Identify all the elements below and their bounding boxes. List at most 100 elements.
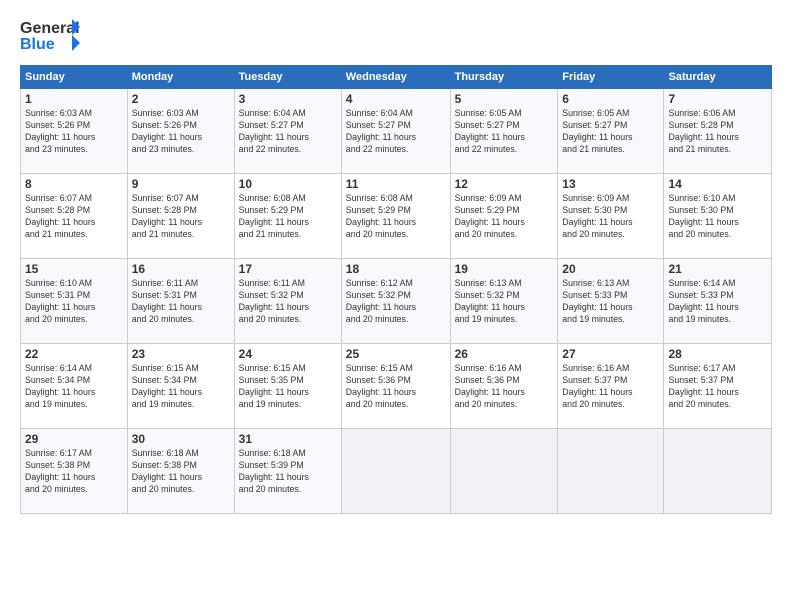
weekday-header-friday: Friday xyxy=(558,66,664,89)
day-info: Sunrise: 6:18 AM Sunset: 5:39 PM Dayligh… xyxy=(239,448,337,496)
day-number: 19 xyxy=(455,262,554,276)
calendar-cell: 11 Sunrise: 6:08 AM Sunset: 5:29 PM Dayli… xyxy=(341,174,450,259)
week-row-1: 1 Sunrise: 6:03 AM Sunset: 5:26 PM Daylig… xyxy=(21,89,772,174)
day-info: Sunrise: 6:04 AM Sunset: 5:27 PM Dayligh… xyxy=(239,108,337,156)
day-number: 15 xyxy=(25,262,123,276)
day-info: Sunrise: 6:06 AM Sunset: 5:28 PM Dayligh… xyxy=(668,108,767,156)
day-info: Sunrise: 6:14 AM Sunset: 5:34 PM Dayligh… xyxy=(25,363,123,411)
day-number: 29 xyxy=(25,432,123,446)
day-number: 21 xyxy=(668,262,767,276)
logo-svg: GeneralBlue xyxy=(20,15,85,57)
calendar-cell: 12 Sunrise: 6:09 AM Sunset: 5:29 PM Dayli… xyxy=(450,174,558,259)
day-number: 16 xyxy=(132,262,230,276)
calendar-cell: 21 Sunrise: 6:14 AM Sunset: 5:33 PM Dayli… xyxy=(664,259,772,344)
calendar-cell: 26 Sunrise: 6:16 AM Sunset: 5:36 PM Dayli… xyxy=(450,344,558,429)
day-info: Sunrise: 6:14 AM Sunset: 5:33 PM Dayligh… xyxy=(668,278,767,326)
day-number: 20 xyxy=(562,262,659,276)
calendar-cell: 2 Sunrise: 6:03 AM Sunset: 5:26 PM Daylig… xyxy=(127,89,234,174)
weekday-header-thursday: Thursday xyxy=(450,66,558,89)
calendar-cell xyxy=(558,429,664,514)
calendar-cell: 27Sunrise: 6:16 AM Sunset: 5:37 PM Dayli… xyxy=(558,344,664,429)
day-number: 31 xyxy=(239,432,337,446)
day-number: 6 xyxy=(562,92,659,106)
day-info: Sunrise: 6:07 AM Sunset: 5:28 PM Dayligh… xyxy=(25,193,123,241)
calendar-cell: 17 Sunrise: 6:11 AM Sunset: 5:32 PM Dayli… xyxy=(234,259,341,344)
day-info: Sunrise: 6:11 AM Sunset: 5:31 PM Dayligh… xyxy=(132,278,230,326)
calendar-cell: 10Sunrise: 6:08 AM Sunset: 5:29 PM Dayli… xyxy=(234,174,341,259)
calendar-cell xyxy=(664,429,772,514)
day-info: Sunrise: 6:16 AM Sunset: 5:36 PM Dayligh… xyxy=(455,363,554,411)
day-number: 25 xyxy=(346,347,446,361)
day-number: 5 xyxy=(455,92,554,106)
weekday-header-sunday: Sunday xyxy=(21,66,128,89)
calendar-cell: 18 Sunrise: 6:12 AM Sunset: 5:32 PM Dayli… xyxy=(341,259,450,344)
weekday-header-row: SundayMondayTuesdayWednesdayThursdayFrid… xyxy=(21,66,772,89)
day-number: 7 xyxy=(668,92,767,106)
calendar-cell xyxy=(341,429,450,514)
calendar-cell: 3 Sunrise: 6:04 AM Sunset: 5:27 PM Daylig… xyxy=(234,89,341,174)
day-info: Sunrise: 6:12 AM Sunset: 5:32 PM Dayligh… xyxy=(346,278,446,326)
day-info: Sunrise: 6:10 AM Sunset: 5:31 PM Dayligh… xyxy=(25,278,123,326)
day-number: 14 xyxy=(668,177,767,191)
day-info: Sunrise: 6:09 AM Sunset: 5:30 PM Dayligh… xyxy=(562,193,659,241)
calendar-table: SundayMondayTuesdayWednesdayThursdayFrid… xyxy=(20,65,772,514)
calendar-cell: 30Sunrise: 6:18 AM Sunset: 5:38 PM Dayli… xyxy=(127,429,234,514)
day-info: Sunrise: 6:16 AM Sunset: 5:37 PM Dayligh… xyxy=(562,363,659,411)
day-info: Sunrise: 6:13 AM Sunset: 5:33 PM Dayligh… xyxy=(562,278,659,326)
day-number: 22 xyxy=(25,347,123,361)
day-number: 3 xyxy=(239,92,337,106)
calendar-cell: 7 Sunrise: 6:06 AM Sunset: 5:28 PM Daylig… xyxy=(664,89,772,174)
day-number: 17 xyxy=(239,262,337,276)
day-number: 26 xyxy=(455,347,554,361)
day-number: 23 xyxy=(132,347,230,361)
week-row-5: 29 Sunrise: 6:17 AM Sunset: 5:38 PM Dayli… xyxy=(21,429,772,514)
weekday-header-saturday: Saturday xyxy=(664,66,772,89)
calendar-cell: 4Sunrise: 6:04 AM Sunset: 5:27 PM Daylig… xyxy=(341,89,450,174)
calendar-cell xyxy=(450,429,558,514)
calendar-page: GeneralBlue SundayMondayTuesdayWednesday… xyxy=(0,0,792,612)
header: GeneralBlue xyxy=(20,15,772,57)
weekday-header-monday: Monday xyxy=(127,66,234,89)
day-info: Sunrise: 6:09 AM Sunset: 5:29 PM Dayligh… xyxy=(455,193,554,241)
day-number: 13 xyxy=(562,177,659,191)
day-number: 10 xyxy=(239,177,337,191)
day-info: Sunrise: 6:18 AM Sunset: 5:38 PM Dayligh… xyxy=(132,448,230,496)
calendar-cell: 24Sunrise: 6:15 AM Sunset: 5:35 PM Dayli… xyxy=(234,344,341,429)
day-number: 12 xyxy=(455,177,554,191)
day-info: Sunrise: 6:03 AM Sunset: 5:26 PM Dayligh… xyxy=(25,108,123,156)
calendar-cell: 14 Sunrise: 6:10 AM Sunset: 5:30 PM Dayli… xyxy=(664,174,772,259)
day-number: 9 xyxy=(132,177,230,191)
day-info: Sunrise: 6:05 AM Sunset: 5:27 PM Dayligh… xyxy=(455,108,554,156)
day-number: 28 xyxy=(668,347,767,361)
calendar-cell: 16 Sunrise: 6:11 AM Sunset: 5:31 PM Dayli… xyxy=(127,259,234,344)
svg-text:Blue: Blue xyxy=(20,36,55,53)
weekday-header-tuesday: Tuesday xyxy=(234,66,341,89)
day-number: 2 xyxy=(132,92,230,106)
day-info: Sunrise: 6:15 AM Sunset: 5:36 PM Dayligh… xyxy=(346,363,446,411)
calendar-cell: 5 Sunrise: 6:05 AM Sunset: 5:27 PM Daylig… xyxy=(450,89,558,174)
day-info: Sunrise: 6:17 AM Sunset: 5:38 PM Dayligh… xyxy=(25,448,123,496)
day-number: 11 xyxy=(346,177,446,191)
weekday-header-wednesday: Wednesday xyxy=(341,66,450,89)
calendar-cell: 28Sunrise: 6:17 AM Sunset: 5:37 PM Dayli… xyxy=(664,344,772,429)
day-number: 24 xyxy=(239,347,337,361)
week-row-4: 22 Sunrise: 6:14 AM Sunset: 5:34 PM Dayli… xyxy=(21,344,772,429)
calendar-cell: 31 Sunrise: 6:18 AM Sunset: 5:39 PM Dayli… xyxy=(234,429,341,514)
day-info: Sunrise: 6:04 AM Sunset: 5:27 PM Dayligh… xyxy=(346,108,446,156)
day-info: Sunrise: 6:03 AM Sunset: 5:26 PM Dayligh… xyxy=(132,108,230,156)
svg-text:General: General xyxy=(20,20,80,37)
day-info: Sunrise: 6:10 AM Sunset: 5:30 PM Dayligh… xyxy=(668,193,767,241)
day-info: Sunrise: 6:08 AM Sunset: 5:29 PM Dayligh… xyxy=(346,193,446,241)
calendar-cell: 20 Sunrise: 6:13 AM Sunset: 5:33 PM Dayli… xyxy=(558,259,664,344)
week-row-3: 15 Sunrise: 6:10 AM Sunset: 5:31 PM Dayli… xyxy=(21,259,772,344)
day-number: 18 xyxy=(346,262,446,276)
calendar-cell: 6Sunrise: 6:05 AM Sunset: 5:27 PM Daylig… xyxy=(558,89,664,174)
calendar-cell: 1 Sunrise: 6:03 AM Sunset: 5:26 PM Daylig… xyxy=(21,89,128,174)
day-number: 1 xyxy=(25,92,123,106)
logo: GeneralBlue xyxy=(20,15,85,57)
day-info: Sunrise: 6:11 AM Sunset: 5:32 PM Dayligh… xyxy=(239,278,337,326)
day-info: Sunrise: 6:13 AM Sunset: 5:32 PM Dayligh… xyxy=(455,278,554,326)
calendar-cell: 25 Sunrise: 6:15 AM Sunset: 5:36 PM Dayli… xyxy=(341,344,450,429)
calendar-cell: 9Sunrise: 6:07 AM Sunset: 5:28 PM Daylig… xyxy=(127,174,234,259)
calendar-cell: 29 Sunrise: 6:17 AM Sunset: 5:38 PM Dayli… xyxy=(21,429,128,514)
